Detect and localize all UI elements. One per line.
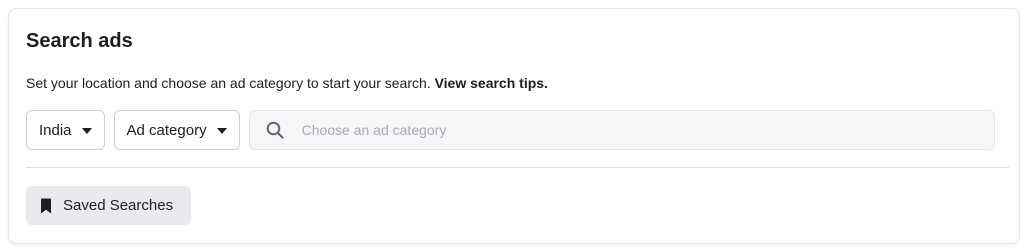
country-dropdown-label: India — [39, 121, 72, 139]
search-input[interactable] — [301, 122, 942, 138]
view-search-tips-link[interactable]: View search tips. — [435, 75, 548, 91]
search-controls: India Ad category — [26, 110, 995, 150]
divider — [26, 167, 1009, 168]
country-dropdown[interactable]: India — [26, 110, 105, 150]
search-ads-panel: Search ads Set your location and choose … — [8, 8, 1020, 244]
caret-down-icon — [81, 127, 92, 134]
ad-category-dropdown[interactable]: Ad category — [113, 110, 240, 150]
saved-searches-button[interactable]: Saved Searches — [26, 186, 191, 225]
caret-down-icon — [216, 127, 227, 134]
saved-searches-label: Saved Searches — [63, 197, 174, 214]
ad-category-dropdown-label: Ad category — [126, 121, 207, 139]
search-field — [248, 110, 995, 150]
panel-title: Search ads — [26, 30, 133, 52]
description-text: Set your location and choose an ad categ… — [26, 75, 431, 91]
panel-description: Set your location and choose an ad categ… — [26, 74, 548, 92]
search-icon — [266, 121, 284, 139]
bookmark-icon — [40, 198, 52, 214]
